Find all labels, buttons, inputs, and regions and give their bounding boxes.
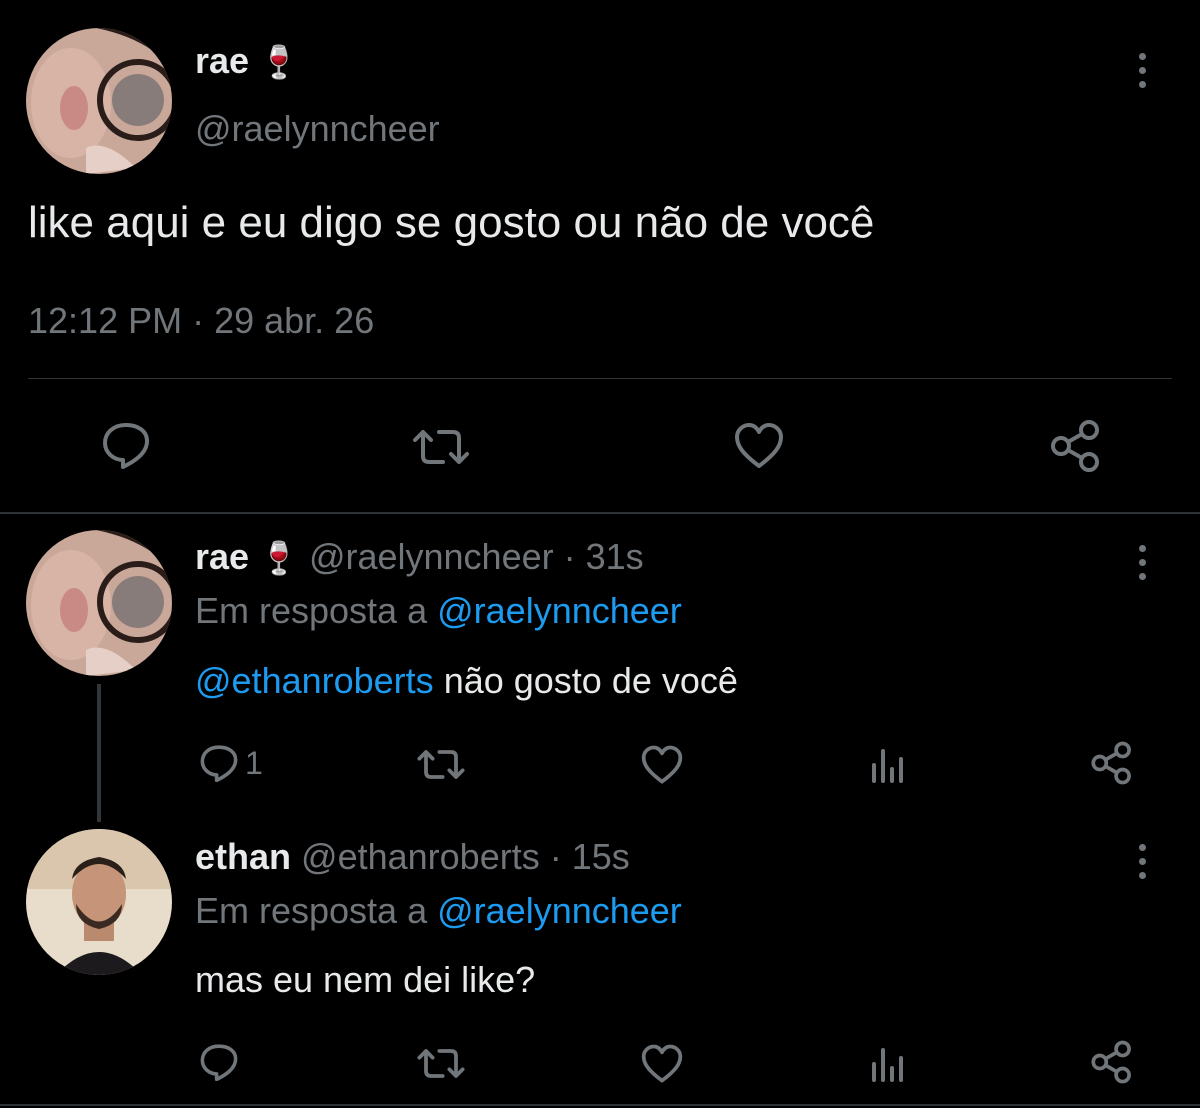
wine-glass-icon: 🍷	[259, 44, 299, 80]
avatar-rae[interactable]	[26, 28, 172, 174]
display-name[interactable]: rae	[195, 536, 249, 577]
reply-button[interactable]: 1	[199, 744, 263, 782]
reply-header: ethan @ethanroberts · 15s	[195, 836, 630, 878]
tweet-text: like aqui e eu digo se gosto ou não de v…	[28, 198, 875, 247]
avatar-ethan[interactable]	[26, 829, 172, 975]
more-icon[interactable]	[1137, 53, 1147, 88]
share-icon[interactable]	[1090, 1040, 1134, 1084]
retweet-icon[interactable]	[411, 426, 471, 468]
more-icon[interactable]	[1137, 844, 1147, 879]
tweet-timestamp[interactable]: 12:12 PM · 29 abr. 26	[28, 300, 374, 342]
reply-icon[interactable]	[101, 421, 151, 469]
reply-header: rae 🍷 @raelynncheer · 31s	[195, 536, 644, 578]
reply-count: 1	[245, 744, 263, 781]
reply-text: @ethanroberts não gosto de você	[195, 660, 738, 702]
reply-icon[interactable]	[199, 744, 239, 782]
divider	[28, 378, 1172, 379]
display-name[interactable]: ethan	[195, 836, 291, 877]
views-icon[interactable]	[870, 1046, 906, 1082]
handle-and-time[interactable]: @ethanroberts · 15s	[301, 836, 630, 877]
avatar-rae[interactable]	[26, 530, 172, 676]
more-icon[interactable]	[1137, 545, 1147, 580]
section-divider	[0, 1104, 1200, 1106]
reply-to-link[interactable]: @raelynncheer	[437, 890, 682, 931]
share-icon[interactable]	[1049, 419, 1103, 473]
mention-link[interactable]: @ethanroberts	[195, 660, 434, 701]
retweet-icon[interactable]	[416, 1046, 466, 1081]
reply-to-link[interactable]: @raelynncheer	[437, 590, 682, 631]
share-icon[interactable]	[1090, 741, 1134, 785]
reply-body: não gosto de você	[433, 660, 738, 701]
like-icon[interactable]	[640, 1044, 684, 1084]
display-name-text[interactable]: rae	[195, 40, 249, 81]
reply-prefix: Em resposta a	[195, 590, 428, 631]
reply-context: Em resposta a @raelynncheer	[195, 890, 682, 932]
user-handle[interactable]: @raelynncheer	[195, 108, 440, 150]
thread-line	[97, 684, 101, 822]
reply-text: mas eu nem dei like?	[195, 959, 536, 1000]
like-icon[interactable]	[733, 422, 785, 470]
reply-prefix: Em resposta a	[195, 890, 428, 931]
views-icon[interactable]	[870, 747, 906, 783]
reply-icon[interactable]	[199, 1043, 239, 1081]
handle-and-time[interactable]: @raelynncheer · 31s	[309, 536, 644, 577]
wine-glass-icon: 🍷	[259, 540, 299, 576]
like-icon[interactable]	[640, 745, 684, 785]
display-name[interactable]: rae 🍷	[195, 40, 299, 82]
section-divider	[0, 512, 1200, 514]
retweet-icon[interactable]	[416, 747, 466, 782]
reply-context: Em resposta a @raelynncheer	[195, 590, 682, 632]
